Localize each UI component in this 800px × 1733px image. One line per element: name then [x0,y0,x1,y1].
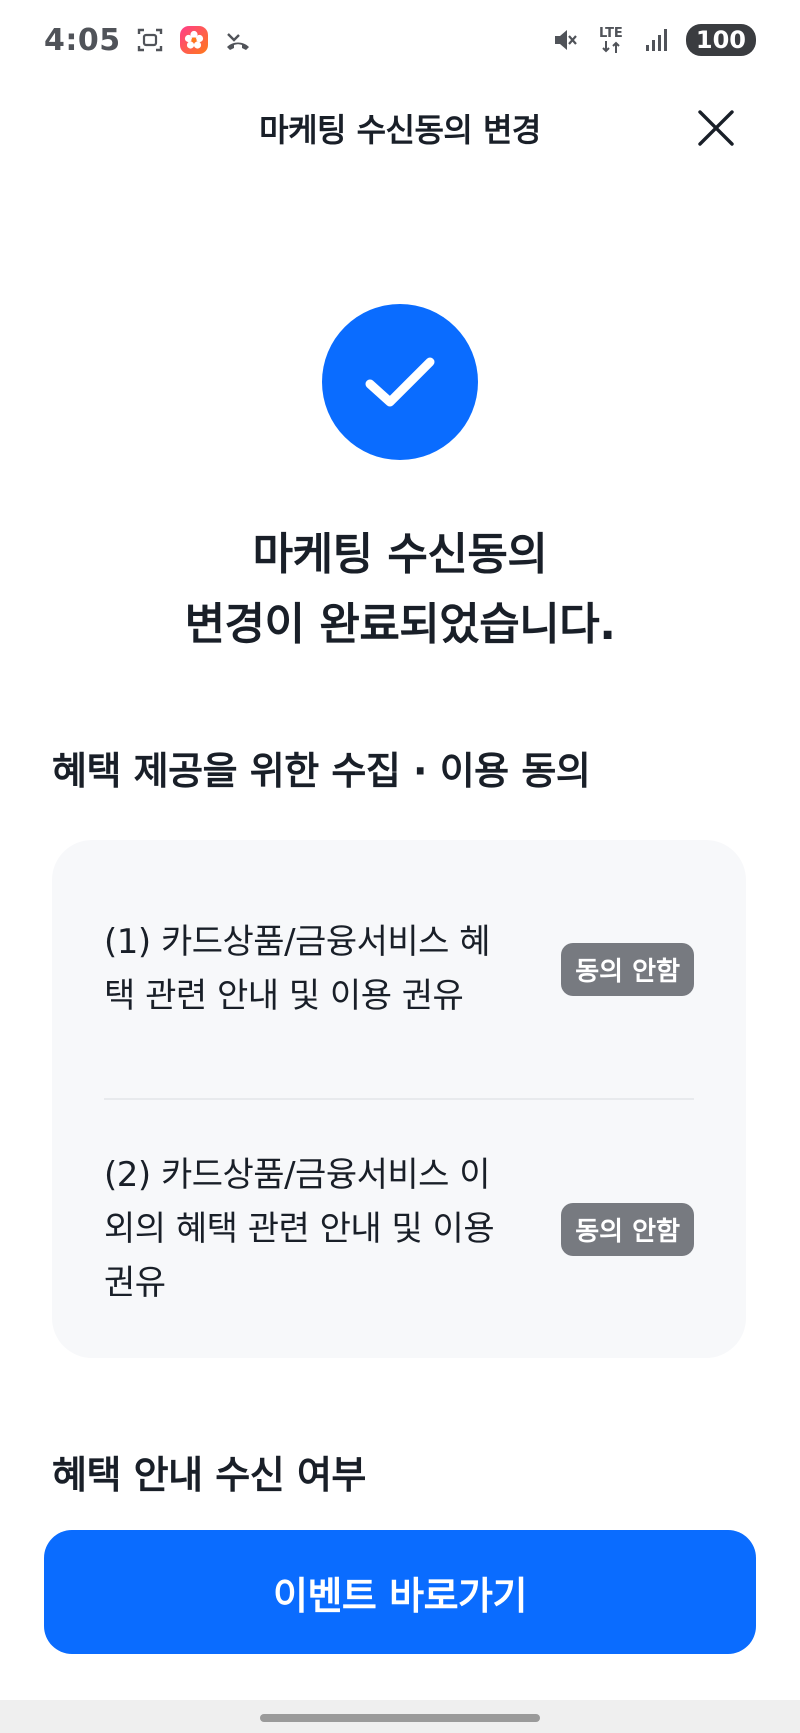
status-bar: 4:05 LTE 100 [0,0,800,80]
page-title: 마케팅 수신동의 변경 [259,111,541,149]
close-button[interactable] [694,106,738,150]
consent-card: (1) 카드상품/금융서비스 혜택 관련 안내 및 이용 권유 동의 안함 (2… [52,840,746,1358]
notice-section-title: 혜택 안내 수신 여부 [52,1453,366,1497]
consent-item-text: (1) 카드상품/금융서비스 혜택 관련 안내 및 이용 권유 [104,922,491,1016]
consent-status-badge: 동의 안함 [561,942,694,996]
headline-line-2: 변경이 완료되었습니다. [184,599,616,650]
status-time: 4:05 [44,22,121,58]
check-icon [365,357,435,407]
header: 마케팅 수신동의 변경 [0,80,800,176]
headline-line-1: 마케팅 수신동의 [252,529,548,580]
lte-icon: LTE [594,25,628,55]
consent-item: (2) 카드상품/금융서비스 이외의 혜택 관련 안내 및 이용 권유 동의 안… [104,1100,694,1358]
missed-call-icon [223,25,253,55]
status-left: 4:05 [44,23,253,58]
completion-headline: 마케팅 수신동의 변경이 완료되었습니다. [0,520,800,660]
mute-icon [550,25,580,55]
nav-bar [0,1700,800,1733]
consent-item-text: (2) 카드상품/금융서비스 이외의 혜택 관련 안내 및 이용 권유 [104,1155,495,1303]
consent-status-badge: 동의 안함 [561,1202,694,1256]
consent-section-title: 혜택 제공을 위한 수집 · 이용 동의 [52,749,591,793]
screen: 4:05 LTE 100 마케팅 수신동의 변경 마케팅 수신동의 변경이 완료… [0,0,800,1733]
lte-label: LTE [598,25,623,41]
flower-app-icon [179,25,209,55]
battery-indicator: 100 [685,24,756,56]
consent-item: (1) 카드상품/금융서비스 혜택 관련 안내 및 이용 권유 동의 안함 [104,840,694,1098]
signal-icon [642,25,672,55]
close-icon [698,110,734,146]
success-badge [322,304,478,460]
screenshot-icon [135,25,165,55]
event-shortcut-button[interactable]: 이벤트 바로가기 [44,1530,756,1654]
home-indicator[interactable] [260,1714,540,1722]
status-right: LTE 100 [550,24,756,56]
